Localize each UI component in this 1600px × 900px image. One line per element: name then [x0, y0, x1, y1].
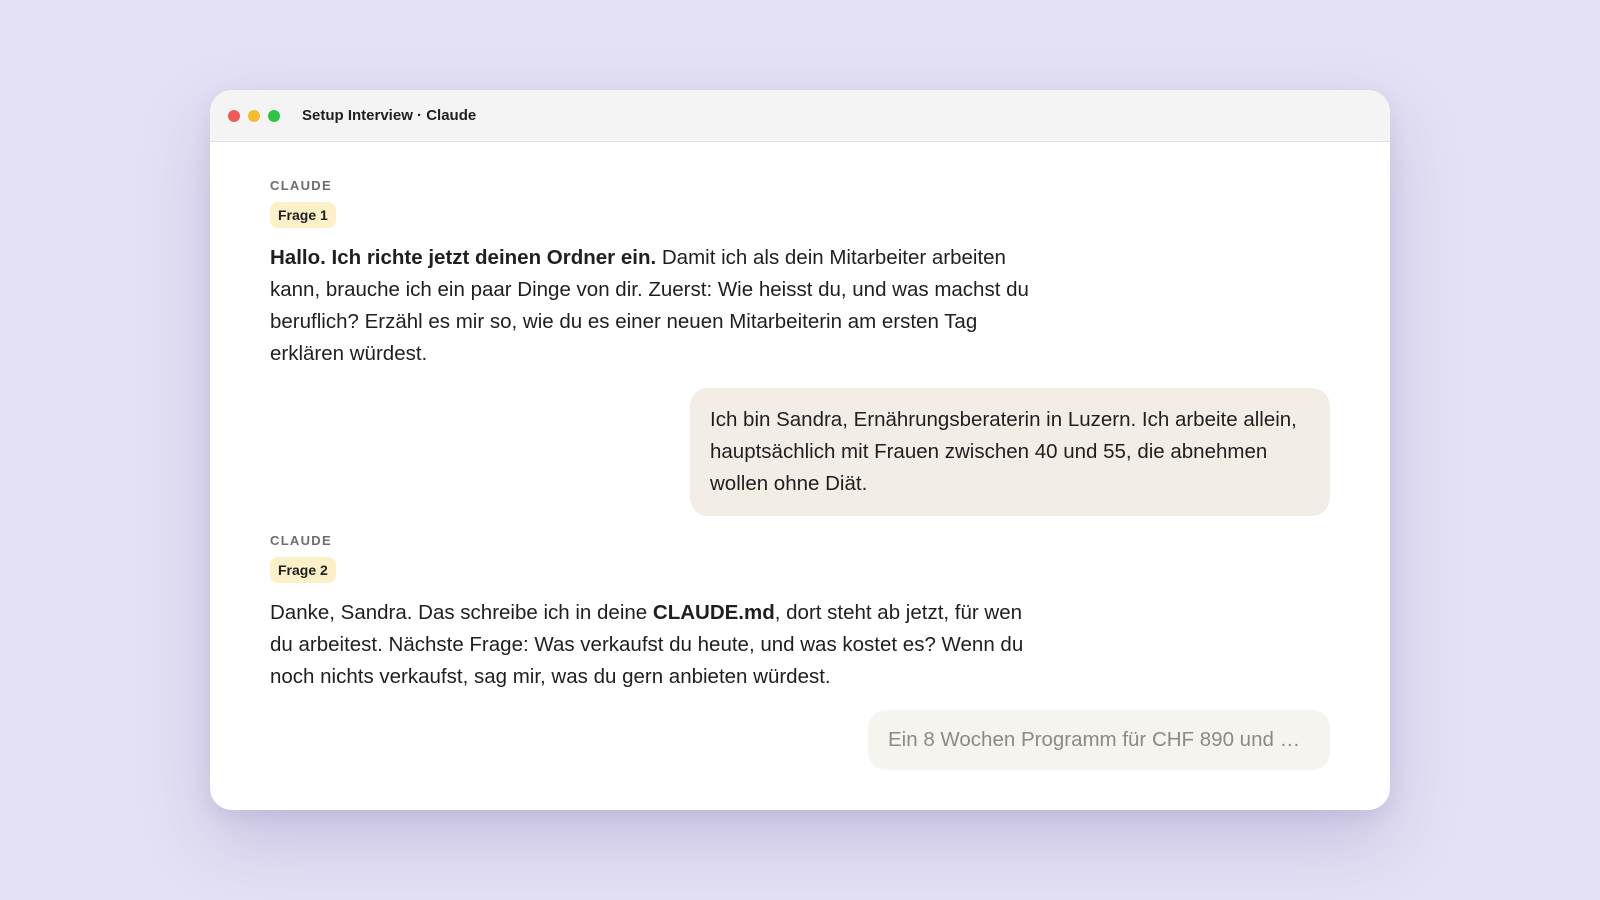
window-title: Setup Interview · Claude [302, 107, 477, 124]
title-bar: Setup Interview · Claude [210, 90, 1390, 142]
sender-label: CLAUDE [270, 533, 332, 548]
conversation: CLAUDE Frage 1 Hallo. Ich richte jetzt d… [210, 142, 1390, 810]
message-body-start: Danke, Sandra. Das schreibe ich in deine [270, 601, 653, 624]
minimize-window-button[interactable] [248, 109, 260, 122]
message-bold-lead: Hallo. Ich richte jetzt deinen Ordner ei… [270, 246, 657, 269]
question-badge: Frage 2 [270, 557, 336, 583]
assistant-message: CLAUDE Frage 1 Hallo. Ich richte jetzt d… [270, 178, 1050, 370]
message-text: Hallo. Ich richte jetzt deinen Ordner ei… [270, 242, 1050, 370]
maximize-window-button[interactable] [268, 109, 280, 122]
app-window: Setup Interview · Claude CLAUDE Frage 1 … [210, 90, 1390, 810]
assistant-message: CLAUDE Frage 2 Danke, Sandra. Das schrei… [270, 533, 1050, 693]
user-draft-message[interactable]: Ein 8 Wochen Programm für CHF 890 und … [868, 710, 1330, 770]
close-window-button[interactable] [228, 109, 240, 122]
message-text: Danke, Sandra. Das schreibe ich in deine… [270, 597, 1050, 693]
message-bold-filename: CLAUDE.md [652, 601, 775, 624]
user-message: Ich bin Sandra, Ernährungsberaterin in L… [690, 388, 1330, 516]
question-badge: Frage 1 [270, 202, 336, 228]
sender-label: CLAUDE [270, 178, 332, 193]
